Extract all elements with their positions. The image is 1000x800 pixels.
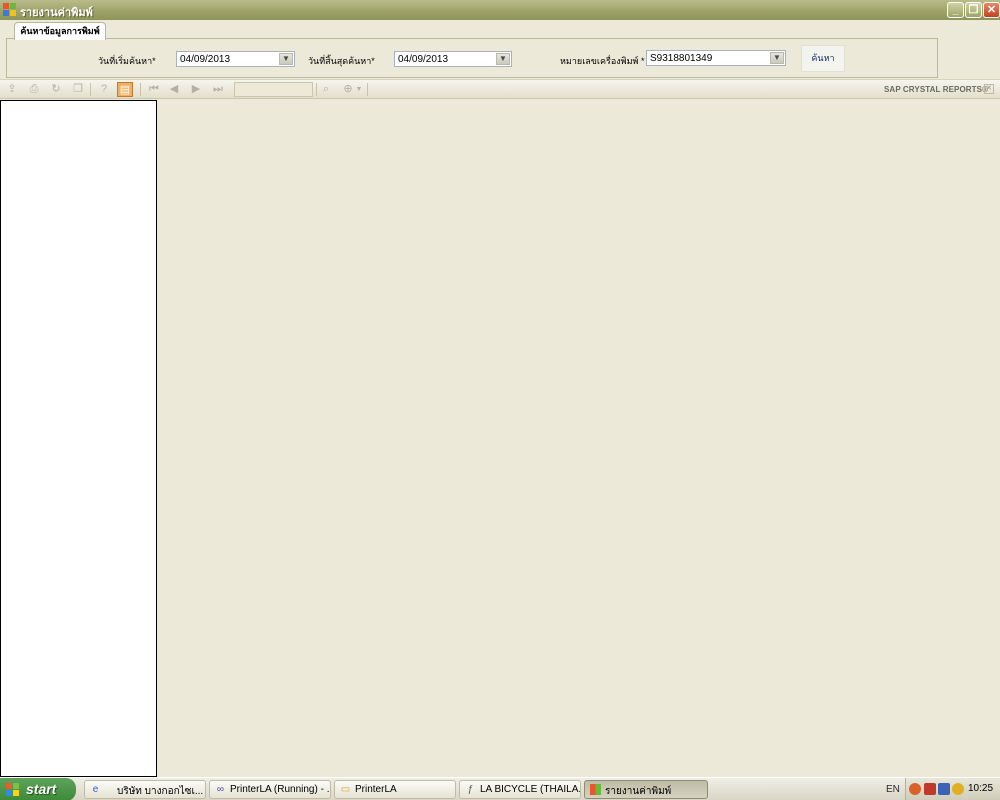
crystal-reports-brand: SAP CRYSTAL REPORTS® xyxy=(884,85,989,94)
tray-security-icon[interactable] xyxy=(924,783,936,795)
chevron-down-icon[interactable]: ▼ xyxy=(279,53,293,65)
taskbar-button-report[interactable]: รายงานค่าพิมพ์ xyxy=(584,780,708,799)
taskbar-button-visual-studio[interactable]: ∞ PrinterLA (Running) - ... xyxy=(209,780,331,799)
close-button[interactable]: ✕ xyxy=(983,2,1000,18)
first-page-icon[interactable]: ⏮ xyxy=(146,82,162,97)
start-label: start xyxy=(26,781,57,797)
start-date-picker[interactable]: 04/09/2013 ▼ xyxy=(176,51,295,67)
app-icon: ƒ xyxy=(467,784,474,795)
minimize-button[interactable]: _ xyxy=(947,2,964,18)
clock[interactable]: 10:25 xyxy=(968,783,993,794)
language-indicator[interactable]: EN xyxy=(886,784,900,795)
toggle-group-tree-icon[interactable]: ▤ xyxy=(117,82,133,97)
taskbar-button-label: LA BICYCLE (THAILA... xyxy=(480,784,581,795)
group-tree-panel[interactable] xyxy=(0,100,157,777)
chevron-down-icon[interactable]: ▼ xyxy=(496,53,510,65)
previous-page-icon[interactable]: ◀ xyxy=(166,82,182,97)
form-icon xyxy=(3,3,17,17)
start-date-value: 04/09/2013 xyxy=(180,54,231,65)
chevron-down-icon[interactable]: ▼ xyxy=(770,52,784,64)
search-button[interactable]: ค้นหา xyxy=(801,45,845,72)
title-bar: รายงานค่าพิมพ์ _ ❐ ✕ xyxy=(0,0,1000,20)
print-icon[interactable]: ⎙ xyxy=(26,82,42,97)
window-title: รายงานค่าพิมพ์ xyxy=(20,7,93,19)
toolbar-separator xyxy=(140,83,141,96)
find-icon[interactable]: ⌕ xyxy=(318,82,334,97)
restore-button[interactable]: ❐ xyxy=(965,2,982,18)
last-page-icon[interactable]: ⏭ xyxy=(210,82,226,97)
end-date-label: วันที่สิ้นสุดค้นหา* xyxy=(308,56,375,66)
goto-page-input[interactable] xyxy=(234,82,313,97)
vs-icon: ∞ xyxy=(216,784,225,795)
end-date-picker[interactable]: 04/09/2013 ▼ xyxy=(394,51,512,67)
tray-network-icon[interactable] xyxy=(938,783,950,795)
tray-arrow-icon[interactable] xyxy=(909,783,921,795)
printer-number-value: S9318801349 xyxy=(650,53,713,64)
copy-icon[interactable]: ❐ xyxy=(70,82,86,97)
report-view-area[interactable] xyxy=(157,100,1000,777)
export-icon[interactable]: ⇪ xyxy=(4,82,20,97)
tray-messenger-icon[interactable] xyxy=(952,783,964,795)
close-icon[interactable]: ✕ xyxy=(984,84,994,94)
start-button[interactable]: start xyxy=(0,778,76,800)
folder-icon: ▭ xyxy=(340,784,351,795)
ie-icon: e xyxy=(92,784,99,795)
printer-number-label: หมายเลขเครื่องพิมพ์ * xyxy=(560,56,645,66)
taskbar-button-la-bicycle[interactable]: ƒ LA BICYCLE (THAILA... xyxy=(459,780,581,799)
chevron-down-icon[interactable]: ▼ xyxy=(354,82,364,97)
end-date-value: 04/09/2013 xyxy=(398,54,449,65)
windows-flag-icon xyxy=(6,783,19,796)
taskbar-button-folder[interactable]: ▭ PrinterLA xyxy=(334,780,456,799)
refresh-icon[interactable]: ↻ xyxy=(48,82,64,97)
start-date-label: วันที่เริ่มค้นหา* xyxy=(98,56,156,66)
report-toolbar: ⇪ ⎙ ↻ ❐ ? ▤ ⏮ ◀ ▶ ⏭ ⌕ ⊕ ▼ SAP CRYSTAL RE… xyxy=(0,79,1000,99)
toolbar-separator xyxy=(316,83,317,96)
taskbar: start e บริษัท บางกอกไซเ... ∞ PrinterLA … xyxy=(0,777,1000,800)
taskbar-button-label: PrinterLA (Running) - ... xyxy=(230,784,331,795)
taskbar-button-label: PrinterLA xyxy=(355,784,397,795)
form-icon xyxy=(590,784,601,795)
toolbar-separator xyxy=(90,83,91,96)
taskbar-button-browser[interactable]: e บริษัท บางกอกไซเ... xyxy=(84,780,206,799)
printer-number-combo[interactable]: S9318801349 ▼ xyxy=(646,50,786,66)
next-page-icon[interactable]: ▶ xyxy=(188,82,204,97)
toolbar-separator xyxy=(367,83,368,96)
help-icon[interactable]: ? xyxy=(96,82,112,97)
taskbar-button-label: รายงานค่าพิมพ์ xyxy=(605,786,672,797)
search-group-tab[interactable]: ค้นหาข้อมูลการพิมพ์ xyxy=(14,22,106,40)
taskbar-button-label: บริษัท บางกอกไซเ... xyxy=(117,786,204,797)
